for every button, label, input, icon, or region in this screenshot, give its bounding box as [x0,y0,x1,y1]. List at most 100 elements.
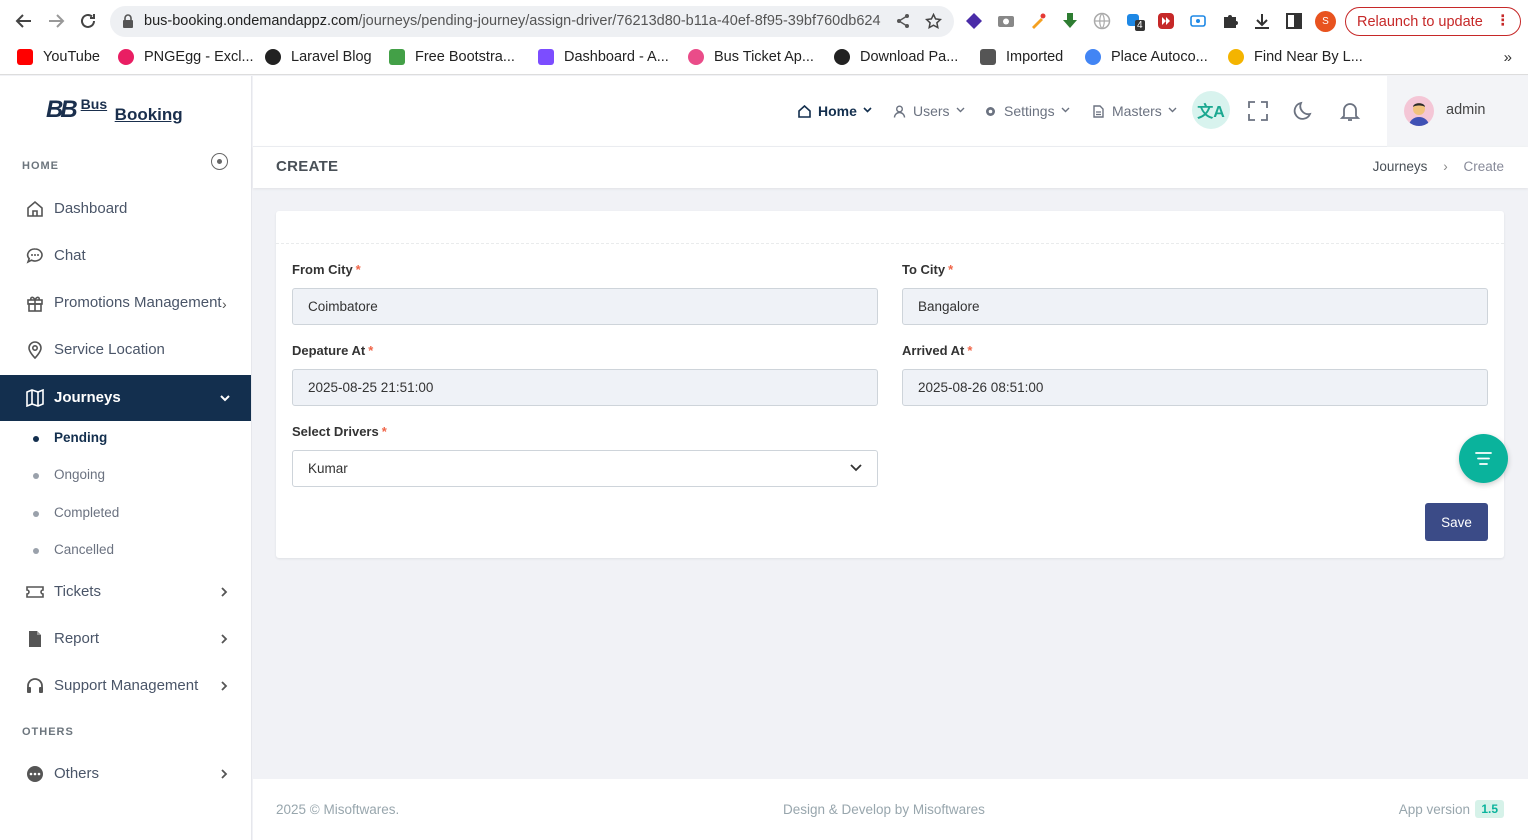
user-menu[interactable]: admin [1387,76,1528,147]
label-text: To City [902,262,946,277]
sidebar-item-others[interactable]: Others [0,751,251,797]
dashboard-icon [538,49,554,65]
map-icon [26,388,44,408]
breadcrumb-journeys[interactable]: Journeys [1373,159,1428,174]
sidebar-item-service-location[interactable]: Service Location [0,327,251,373]
bookmark-dashboard[interactable]: Dashboard - A... [538,49,669,65]
save-button[interactable]: Save [1425,503,1488,541]
side-panel-icon[interactable] [1285,12,1303,30]
settings-fab[interactable] [1459,434,1508,483]
media-forward-icon[interactable] [1157,12,1175,30]
bookmarks-bar: YouTube PNGEgg - Excl... Laravel Blog Fr… [0,42,1528,75]
chevron-right-icon [219,767,229,783]
bookmark-label: Imported [1006,49,1064,65]
sidebar-item-promotions[interactable]: Promotions Management › [0,280,251,326]
address-bar[interactable]: bus-booking.ondemandappz.com/journeys/pe… [110,6,954,37]
more-icon [26,765,44,783]
sidebar-toggle-icon[interactable] [211,153,228,170]
bookmark-label: YouTube [43,49,100,65]
camera-icon[interactable] [997,12,1015,30]
globe-icon[interactable] [1093,12,1111,30]
bookmark-place-autocomplete[interactable]: Place Autoco... [1085,49,1208,65]
sidebar-item-journeys[interactable]: Journeys [0,375,251,421]
bookmark-youtube[interactable]: YouTube [17,49,100,65]
arrived-input[interactable] [902,369,1488,406]
sidebar-subitem-ongoing[interactable]: Ongoing [0,459,251,493]
bookmark-find-near-by[interactable]: Find Near By L... [1228,49,1363,65]
share-icon[interactable] [895,13,911,34]
to-city-input[interactable] [902,288,1488,325]
location-icon [26,341,44,360]
bookmark-label: Bus Ticket Ap... [714,49,814,65]
sidebar-item-chat[interactable]: Chat [0,233,251,279]
breadcrumb-separator: › [1443,159,1448,174]
globe-icon [834,49,850,65]
relaunch-label: Relaunch to update [1357,13,1483,30]
bookmark-imported[interactable]: Imported [980,49,1063,65]
chevron-right-icon: › [222,296,227,312]
dribbble-icon [688,49,704,65]
bookmark-label: Find Near By L... [1254,49,1363,65]
topnav-masters[interactable]: Masters [1092,103,1177,119]
breadcrumb: Journeys › Create [1373,159,1504,174]
star-icon[interactable] [924,12,943,35]
bookmark-download-pa[interactable]: Download Pa... [834,49,958,65]
user-name: admin [1446,102,1486,118]
assign-driver-form-card: From City* To City* Depature At* Arrived… [276,211,1504,558]
bookmark-pngegg[interactable]: PNGEgg - Excl... [118,49,254,65]
drivers-selected-value: Kumar [308,461,348,476]
topnav-home[interactable]: Home [798,103,872,119]
topnav-label: Masters [1112,103,1162,119]
bell-icon[interactable] [1339,100,1361,122]
departure-label: Depature At * [292,343,373,358]
bookmarks-overflow-icon[interactable]: » [1504,49,1512,66]
lock-icon [122,14,134,33]
ticket-icon [26,583,44,601]
subitem-label: Ongoing [54,467,106,482]
bookmark-bus-ticket[interactable]: Bus Ticket Ap... [688,49,814,65]
translate-button[interactable]: 文A [1192,91,1230,129]
moon-icon[interactable] [1293,100,1315,122]
fullscreen-icon[interactable] [1247,100,1269,122]
breadcrumb-current: Create [1463,159,1504,174]
gear-icon [984,105,997,118]
logo[interactable]: BB Bus Booking [46,96,183,124]
sidebar-subitem-cancelled[interactable]: Cancelled [0,534,251,568]
sidebar-item-tickets[interactable]: Tickets [0,569,251,615]
from-city-input[interactable] [292,288,878,325]
topnav-settings[interactable]: Settings [984,103,1070,119]
color-picker-icon[interactable] [1029,12,1047,30]
puzzle-icon[interactable] [1221,12,1239,30]
extension-diamond-icon[interactable] [965,12,983,30]
drivers-select[interactable]: Kumar [292,450,878,487]
chevron-right-icon [219,585,229,601]
sidebar-item-label: Chat [54,247,86,264]
relaunch-button[interactable]: Relaunch to update ⋮ [1345,7,1521,36]
sidebar-subitem-completed[interactable]: Completed [0,497,251,531]
chevron-down-icon [219,391,231,407]
kebab-menu-icon[interactable]: ⋮ [1496,13,1511,29]
chevron-down-icon [863,105,872,117]
forward-arrow-icon[interactable] [45,10,67,32]
bootstrap-icon [389,49,405,65]
avatar [1404,96,1434,126]
required-mark: * [355,262,361,277]
sidebar-item-support[interactable]: Support Management [0,663,251,709]
back-arrow-icon[interactable] [13,10,35,32]
topnav-users[interactable]: Users [893,103,965,119]
download-arrow-green-icon[interactable] [1061,12,1079,30]
sidebar-subitem-pending[interactable]: Pending [0,422,251,456]
required-mark: * [967,343,973,358]
bookmark-laravel-blog[interactable]: Laravel Blog [265,49,372,65]
logo-text: Bus Booking [81,97,183,123]
screen-record-icon[interactable] [1189,12,1207,30]
reload-icon[interactable] [77,10,99,32]
compass-icon [1228,49,1244,65]
sidebar-item-dashboard[interactable]: Dashboard [0,186,251,232]
departure-input[interactable] [292,369,878,406]
download-icon[interactable] [1253,12,1271,30]
sidebar-item-report[interactable]: Report [0,616,251,662]
extension-badge-icon[interactable]: 4 [1125,12,1145,31]
profile-avatar[interactable]: S [1315,11,1336,32]
bookmark-free-bootstrap[interactable]: Free Bootstra... [389,49,515,65]
